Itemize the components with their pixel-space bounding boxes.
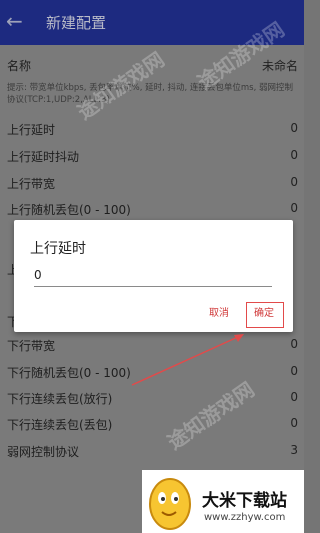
promo-url: www.zzhyw.com (204, 512, 286, 523)
egg-mascot-icon (149, 478, 191, 530)
promo-name: 大米下载站 (202, 491, 287, 511)
promo-banner: 大米下载站 www.zzhyw.com (142, 470, 304, 533)
annotation-arrow-icon (131, 334, 244, 386)
